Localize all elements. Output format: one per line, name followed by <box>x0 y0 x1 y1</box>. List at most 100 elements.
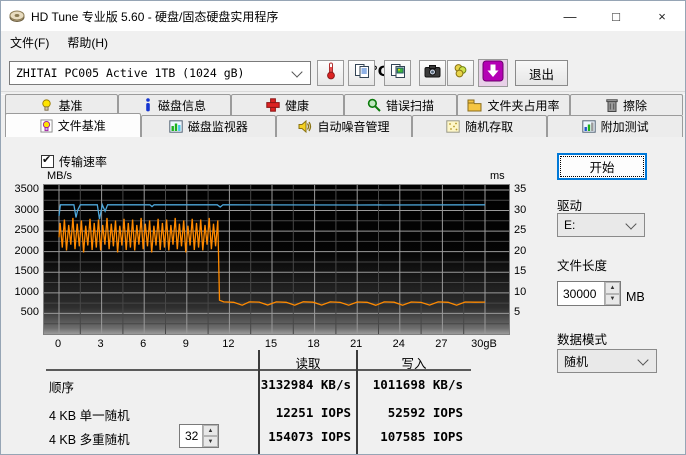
queue-depth-value: 32 <box>180 425 202 447</box>
copy-image-button[interactable] <box>384 60 411 86</box>
random-dots-icon <box>446 120 460 133</box>
x-axis-tick-label: 3 <box>81 338 121 350</box>
file-length-spinner[interactable]: 30000 ▲ ▼ <box>557 281 621 306</box>
tab-r2-附加测试[interactable]: 附加测试 <box>547 115 683 137</box>
drive-select-value: ZHITAI PC005 Active 1TB (1024 gB) <box>10 66 289 80</box>
drive-select-combobox[interactable]: ZHITAI PC005 Active 1TB (1024 gB) <box>9 61 311 85</box>
start-button[interactable]: 开始 <box>557 153 647 180</box>
x-axis-tick-label: 24 <box>379 338 419 350</box>
tab-r2-随机存取[interactable]: 随机存取 <box>412 115 548 137</box>
tab-r1-健康[interactable]: 健康 <box>231 94 344 115</box>
tab-label: 磁盘信息 <box>158 97 206 114</box>
tab-r1-基准[interactable]: 基准 <box>5 94 118 115</box>
hdtune-window: HD Tune 专业版 5.60 - 硬盘/固态硬盘实用程序 — □ × 文件(… <box>0 0 686 455</box>
tab-r2-自动噪音管理[interactable]: 自动噪音管理 <box>276 115 412 137</box>
x-axis-tick-label: 21 <box>336 338 376 350</box>
result-read-value: 154073 IOPS <box>221 429 351 444</box>
spin-up-icon[interactable]: ▲ <box>605 282 620 294</box>
left-axis-tick-label: 1500 <box>5 265 39 277</box>
copy-text-button[interactable] <box>348 60 375 86</box>
spin-down-icon[interactable]: ▼ <box>203 436 218 447</box>
toolbar: ZHITAI PC005 Active 1TB (1024 gB) — ℃ 退出 <box>1 53 685 91</box>
file-length-unit: MB <box>626 290 645 304</box>
data-mode-value: 随机 <box>558 353 635 370</box>
copy-text-icon <box>354 63 370 84</box>
left-axis-tick-label: 3500 <box>5 183 39 195</box>
menu-item-file[interactable]: 文件(F) <box>1 32 58 53</box>
drive-combobox[interactable]: E: <box>557 213 645 237</box>
file-lightbulb-icon <box>40 119 53 133</box>
folder-icon <box>467 99 482 112</box>
x-axis-tick-label: 9 <box>166 338 206 350</box>
transfer-rate-label: 传输速率 <box>59 153 107 170</box>
transfer-rate-checkbox[interactable]: ✔ 传输速率 <box>41 153 107 170</box>
right-axis-tick-label: 20 <box>514 245 544 257</box>
result-write-value: 52592 IOPS <box>333 405 463 420</box>
x-axis-tick-label: 18 <box>294 338 334 350</box>
lightbulb-icon <box>40 98 53 112</box>
checkmark-icon: ✔ <box>42 153 51 166</box>
donate-icon <box>453 63 469 84</box>
tab-r1-文件夹占用率[interactable]: 文件夹占用率 <box>457 94 570 115</box>
tab-label: 文件基准 <box>58 117 106 134</box>
monitor-chart-icon <box>169 120 183 133</box>
window-title: HD Tune 专业版 5.60 - 硬盘/固态硬盘实用程序 <box>31 8 278 25</box>
x-axis-tick-label: 12 <box>208 338 248 350</box>
tab-r2-磁盘监视器[interactable]: 磁盘监视器 <box>141 115 277 137</box>
extra-tests-icon <box>582 120 596 133</box>
thermometer-icon <box>325 62 337 85</box>
spinner-buttons: ▲ ▼ <box>604 282 620 305</box>
tab-r1-磁盘信息[interactable]: 磁盘信息 <box>118 94 231 115</box>
tab-label: 磁盘监视器 <box>188 118 248 135</box>
magnifier-icon <box>367 98 381 112</box>
tab-r1-错误扫描[interactable]: 错误扫描 <box>344 94 457 115</box>
chevron-down-icon <box>625 218 636 229</box>
tab-row-1: 基准 磁盘信息 健康 错误扫描 文件夹占用率 擦除 <box>5 94 683 115</box>
file-length-value: 30000 <box>558 282 604 305</box>
download-icon <box>482 60 504 87</box>
queue-depth-spinner[interactable]: 32▲▼ <box>179 424 219 448</box>
trash-icon <box>606 98 618 112</box>
screenshot-camera-button[interactable] <box>419 60 446 86</box>
close-button[interactable]: × <box>639 1 685 31</box>
result-write-value: 107585 IOPS <box>333 429 463 444</box>
spin-up-icon[interactable]: ▲ <box>203 425 218 436</box>
result-row-label: 4 KB 多重随机 <box>49 429 130 448</box>
result-row-label: 顺序 <box>49 377 74 396</box>
right-axis-unit: ms <box>490 170 505 182</box>
right-axis-tick-label: 25 <box>514 224 544 236</box>
tab-label: 错误扫描 <box>386 97 434 114</box>
donate-button[interactable] <box>447 60 474 86</box>
right-axis-tick-label: 5 <box>514 306 544 318</box>
minimize-button[interactable]: — <box>547 1 593 31</box>
right-axis-tick-label: 15 <box>514 265 544 277</box>
menubar: 文件(F)帮助(H) <box>1 31 685 54</box>
tab-r1-擦除[interactable]: 擦除 <box>570 94 683 115</box>
data-mode-combobox[interactable]: 随机 <box>557 349 657 373</box>
file-benchmark-panel: ✔ 传输速率 MB/s ms 3500300025002000150010005… <box>1 137 686 455</box>
right-axis-tick-label: 35 <box>514 183 544 195</box>
menu-item-help[interactable]: 帮助(H) <box>58 32 117 53</box>
left-axis-tick-label: 1000 <box>5 286 39 298</box>
tab-label: 健康 <box>285 97 309 114</box>
maximize-button[interactable]: □ <box>593 1 639 31</box>
temperature-button[interactable] <box>317 60 344 86</box>
spinner-buttons: ▲▼ <box>202 425 218 447</box>
download-button[interactable] <box>478 59 508 87</box>
result-write-value: 1011698 KB/s <box>333 377 463 392</box>
tab-label: 文件夹占用率 <box>487 97 559 114</box>
left-axis-unit: MB/s <box>47 170 72 182</box>
drive-label: 驱动 <box>557 195 582 214</box>
x-axis-tick-label: 15 <box>251 338 291 350</box>
spin-down-icon[interactable]: ▼ <box>605 294 620 306</box>
tab-label: 擦除 <box>623 97 647 114</box>
titlebar: HD Tune 专业版 5.60 - 硬盘/固态硬盘实用程序 — □ × <box>1 1 685 31</box>
exit-button[interactable]: 退出 <box>515 60 568 86</box>
transfer-rate-chart <box>43 184 510 335</box>
tab-r2-文件基准[interactable]: 文件基准 <box>5 113 141 137</box>
result-row-label: 4 KB 单一随机 <box>49 405 130 424</box>
chevron-down-icon <box>291 66 302 77</box>
x-axis-tick-label: 6 <box>123 338 163 350</box>
data-mode-label: 数据模式 <box>557 329 607 348</box>
left-axis-tick-label: 500 <box>5 306 39 318</box>
